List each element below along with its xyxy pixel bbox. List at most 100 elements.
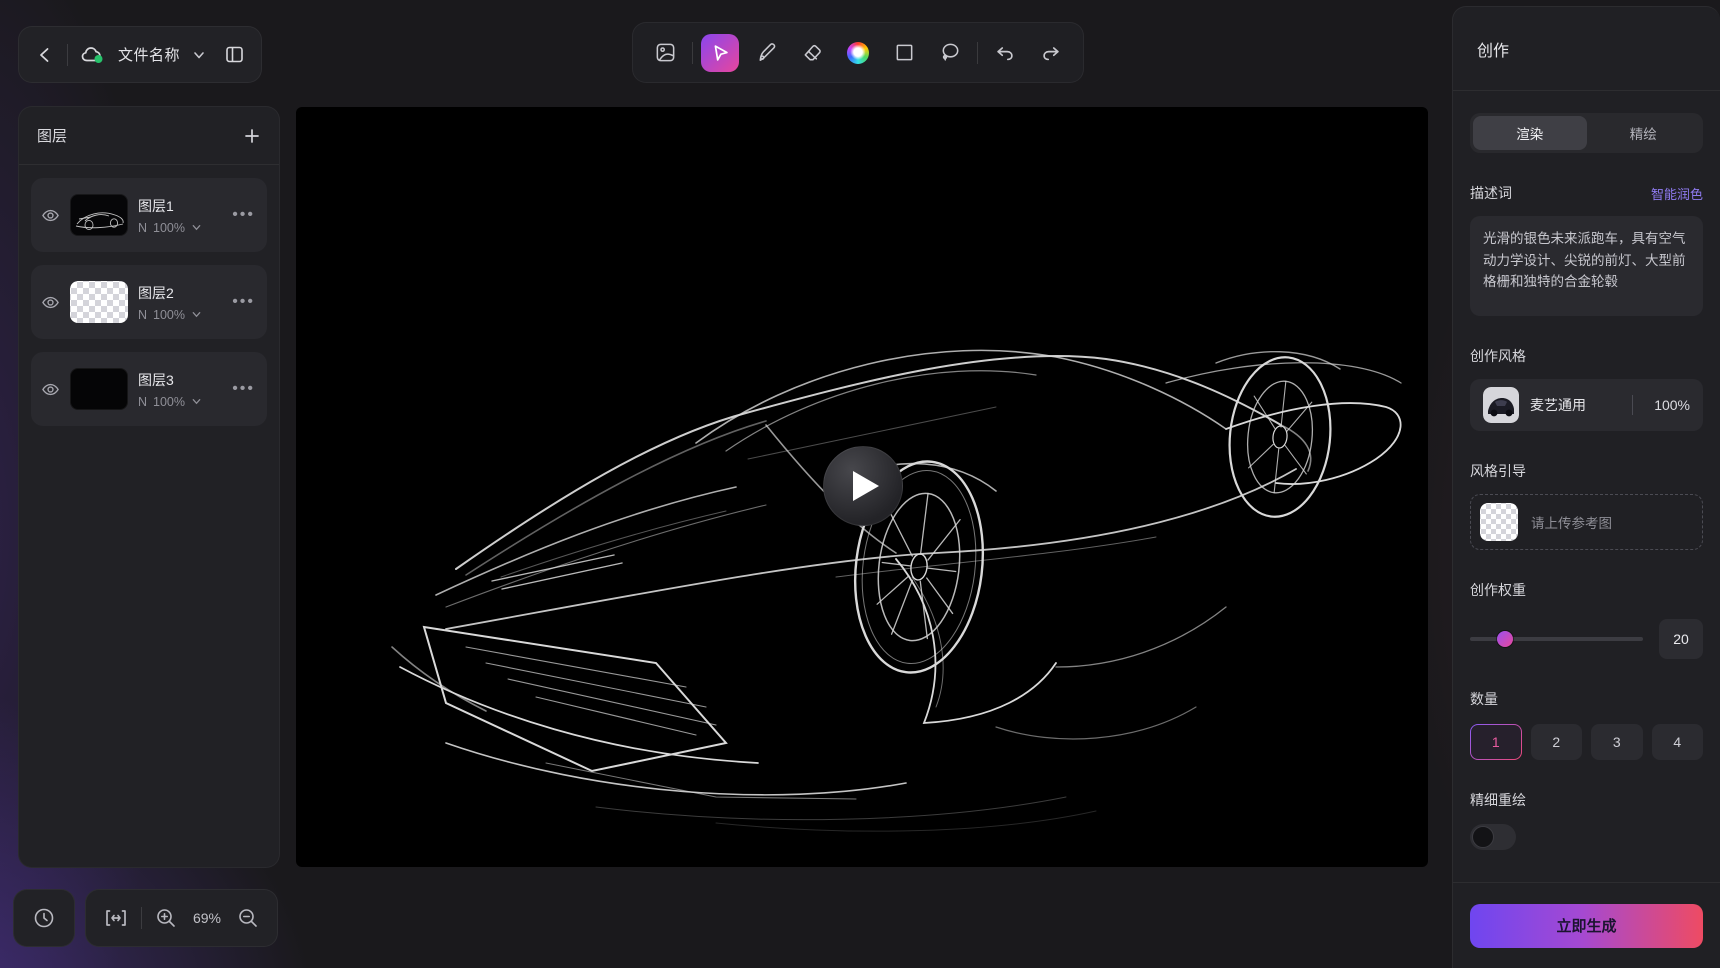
layer-row-2[interactable]: 图层2 N 100% ••• [31,265,267,339]
chevron-down-icon [191,396,202,407]
layer-opacity: 100% [153,308,185,322]
tab-render[interactable]: 渲染 [1473,116,1587,150]
color-wheel-icon [847,42,869,64]
eraser-tool-button[interactable] [793,34,831,72]
lasso-tool-button[interactable] [931,34,969,72]
count-option-3[interactable]: 3 [1591,724,1643,760]
blend-mode: N [138,221,147,235]
layer-row-1[interactable]: 图层1 N 100% ••• [31,178,267,252]
count-options: 1 2 3 4 [1470,724,1703,760]
rectangle-tool-button[interactable] [885,34,923,72]
divider [67,44,68,66]
layer-name: 图层1 [138,196,222,216]
visibility-eye-icon[interactable] [41,293,60,312]
layer-thumbnail [70,368,128,410]
layer-meta: 图层3 N 100% [138,370,222,409]
undo-button[interactable] [986,34,1024,72]
layers-title: 图层 [37,125,67,146]
fine-redraw-toggle[interactable] [1470,824,1516,850]
divider [977,42,978,64]
image-tool-button[interactable] [646,34,684,72]
panel-toggle-icon[interactable] [224,44,245,65]
layer-blend-control[interactable]: N 100% [138,395,222,409]
layer-row-3[interactable]: 图层3 N 100% ••• [31,352,267,426]
tab-refine[interactable]: 精绘 [1587,116,1701,150]
tools-toolbar [632,22,1084,83]
layer-name: 图层3 [138,370,222,390]
redraw-label-row: 精细重绘 [1470,790,1703,810]
chevron-down-icon [191,309,202,320]
prompt-textarea[interactable]: 光滑的银色未来派跑车，具有空气动力学设计、尖锐的前灯、大型前格栅和独特的合金轮毂 [1470,216,1703,316]
toggle-knob [1472,826,1494,848]
select-tool-button[interactable] [701,34,739,72]
count-label: 数量 [1470,689,1498,709]
blend-mode: N [138,395,147,409]
layer-opacity: 100% [153,221,185,235]
slider-thumb[interactable] [1497,631,1513,647]
guide-label: 风格引导 [1470,461,1526,481]
generate-button[interactable]: 立即生成 [1470,904,1703,948]
style-weight[interactable]: 100% [1654,397,1690,413]
mode-tabs: 渲染 精绘 [1470,113,1703,153]
fit-to-screen-icon[interactable] [104,907,128,929]
style-label: 创作风格 [1470,346,1526,366]
drawing-canvas[interactable] [296,107,1428,867]
layer-meta: 图层1 N 100% [138,196,222,235]
color-picker-tool-button[interactable] [839,34,877,72]
style-selector[interactable]: 麦艺通用 100% [1470,379,1703,431]
visibility-eye-icon[interactable] [41,206,60,225]
play-icon [851,469,881,503]
creation-panel: 创作 渲染 精绘 描述词 智能润色 光滑的银色未来派跑车，具有空气动力学设计、尖… [1452,6,1720,968]
add-layer-button[interactable] [243,127,261,145]
zoom-out-icon[interactable] [237,907,259,929]
reference-upload-dropzone[interactable]: 请上传参考图 [1470,494,1703,550]
weight-label: 创作权重 [1470,580,1526,600]
smart-enhance-link[interactable]: 智能润色 [1651,184,1703,203]
count-option-1[interactable]: 1 [1470,724,1522,760]
upload-placeholder-text: 请上传参考图 [1531,512,1612,532]
count-label-row: 数量 [1470,689,1703,709]
layer-name: 图层2 [138,283,222,303]
app-window: 文件名称 [0,0,1720,968]
prompt-label-row: 描述词 智能润色 [1470,183,1703,203]
brush-tool-button[interactable] [747,34,785,72]
zoom-in-icon[interactable] [155,907,177,929]
weight-control-row: 20 [1470,619,1703,659]
redraw-label: 精细重绘 [1470,790,1526,810]
weight-value[interactable]: 20 [1659,619,1703,659]
history-button[interactable] [13,889,75,947]
style-name: 麦艺通用 [1530,395,1621,415]
divider [692,42,693,64]
weight-label-row: 创作权重 [1470,580,1703,600]
layer-opacity: 100% [153,395,185,409]
prompt-label: 描述词 [1470,183,1512,203]
style-label-row: 创作风格 [1470,346,1703,366]
layers-panel: 图层 图层1 N 100% ••• [18,106,280,868]
layer-menu-button[interactable]: ••• [232,380,255,398]
layer-blend-control[interactable]: N 100% [138,221,222,235]
guide-label-row: 风格引导 [1470,461,1703,481]
panel-body: 渲染 精绘 描述词 智能润色 光滑的银色未来派跑车，具有空气动力学设计、尖锐的前… [1453,91,1720,850]
slider-track [1470,637,1643,641]
layer-thumbnail [70,194,128,236]
zoom-controls: 69% [85,889,278,947]
count-option-4[interactable]: 4 [1652,724,1704,760]
divider [1632,395,1633,415]
visibility-eye-icon[interactable] [41,380,60,399]
chevron-down-icon[interactable] [192,48,206,62]
layer-menu-button[interactable]: ••• [232,206,255,224]
redo-button[interactable] [1032,34,1070,72]
weight-slider[interactable] [1470,631,1643,647]
blend-mode: N [138,308,147,322]
zoom-level[interactable]: 69% [190,910,224,926]
file-name[interactable]: 文件名称 [118,44,180,65]
panel-footer: 立即生成 [1453,882,1720,968]
back-icon[interactable] [35,45,55,65]
transparent-placeholder-thumb [1480,503,1518,541]
play-button[interactable] [823,446,903,526]
layers-header: 图层 [19,107,279,165]
layer-blend-control[interactable]: N 100% [138,308,222,322]
count-option-2[interactable]: 2 [1531,724,1583,760]
cloud-sync-icon [80,44,106,66]
layer-menu-button[interactable]: ••• [232,293,255,311]
